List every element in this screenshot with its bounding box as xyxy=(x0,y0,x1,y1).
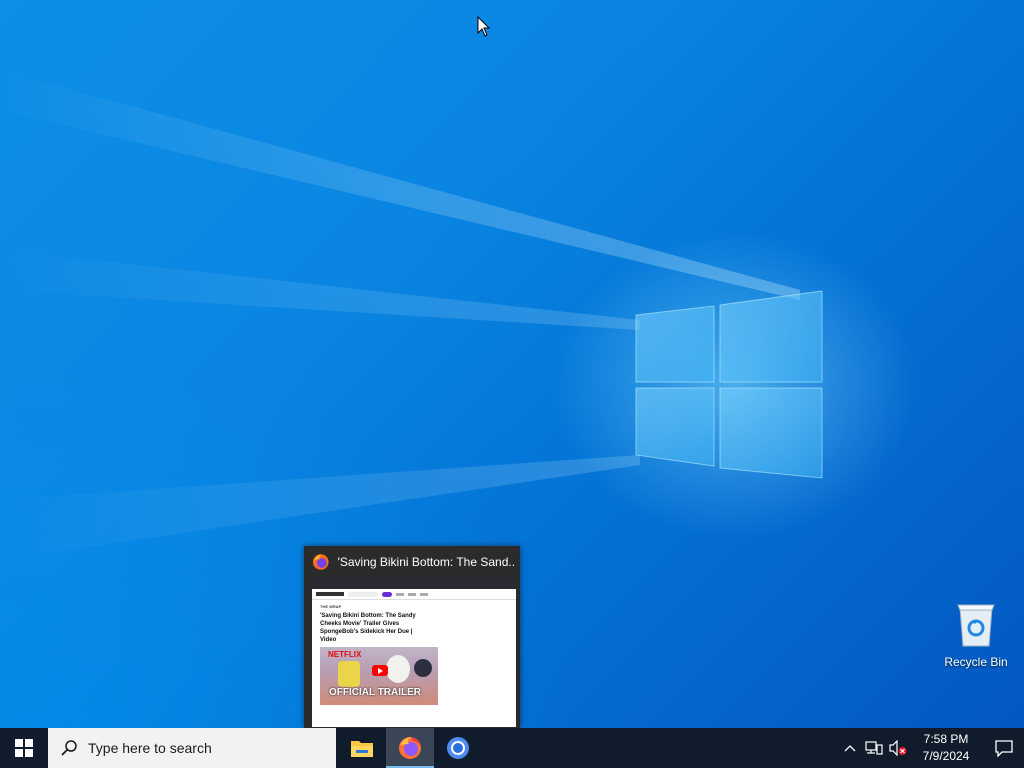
start-button[interactable] xyxy=(0,728,48,768)
windows-start-icon xyxy=(15,739,33,757)
taskbar-clock[interactable]: 7:58 PM 7/9/2024 xyxy=(914,731,978,765)
thumb-article-tag: THE WRAP xyxy=(320,604,342,609)
system-tray: 7:58 PM 7/9/2024 xyxy=(838,728,1024,768)
recycle-bin-icon xyxy=(957,604,995,647)
thumb-browser-toolbar xyxy=(312,577,516,589)
taskbar-thumbnail-preview[interactable]: 'Saving Bikini Bottom: The Sand... THE W… xyxy=(304,546,520,728)
thumb-article-headline: 'Saving Bikini Bottom: The Sandy Cheeks … xyxy=(320,613,416,643)
clock-date: 7/9/2024 xyxy=(922,749,970,763)
thumb-article: THE WRAP 'Saving Bikini Bottom: The Sand… xyxy=(312,600,516,651)
thumb-video-caption: OFFICIAL TRAILER xyxy=(329,687,422,698)
chevron-up-icon xyxy=(844,745,856,752)
action-center-icon xyxy=(995,740,1013,757)
mouse-cursor-icon xyxy=(477,16,491,37)
action-center-button[interactable] xyxy=(984,728,1024,768)
taskbar-app-chromium[interactable] xyxy=(434,728,482,768)
taskbar: Type here to search 7:58 PM 7/9/2024 xyxy=(0,728,1024,768)
thumb-video: NETFLIX OFFICIAL TRAILER xyxy=(320,647,438,705)
file-explorer-icon xyxy=(351,741,373,757)
taskbar-app-file-explorer[interactable] xyxy=(338,728,386,768)
network-tray-button[interactable] xyxy=(862,728,886,768)
search-icon xyxy=(61,740,77,756)
preview-title-bar[interactable]: 'Saving Bikini Bottom: The Sand... xyxy=(312,553,514,571)
network-icon xyxy=(865,741,883,755)
taskbar-search-box[interactable]: Type here to search xyxy=(48,728,336,768)
recycle-bin-label: Recycle Bin xyxy=(944,655,1008,669)
search-placeholder: Type here to search xyxy=(88,740,212,756)
preview-window-thumbnail[interactable]: THE WRAP 'Saving Bikini Bottom: The Sand… xyxy=(312,577,516,727)
clock-time: 7:58 PM xyxy=(923,732,969,746)
recycle-bin-desktop-icon[interactable]: Recycle Bin xyxy=(940,600,1012,669)
desktop[interactable]: Recycle Bin 'Saving Bikini Bottom: The S… xyxy=(0,0,1024,728)
thumb-video-brand: NETFLIX xyxy=(328,650,362,659)
thumb-site-header xyxy=(312,589,516,600)
firefox-icon xyxy=(399,737,421,759)
preview-window-title: 'Saving Bikini Bottom: The Sand... xyxy=(337,555,514,569)
taskbar-app-firefox[interactable] xyxy=(386,728,434,768)
play-icon xyxy=(372,665,388,676)
chromium-icon xyxy=(447,737,469,759)
firefox-icon xyxy=(312,554,329,570)
show-hidden-icons-button[interactable] xyxy=(838,728,862,768)
windows-logo-wallpaper xyxy=(635,290,823,479)
volume-muted-icon xyxy=(889,740,907,756)
volume-tray-button[interactable] xyxy=(886,728,910,768)
